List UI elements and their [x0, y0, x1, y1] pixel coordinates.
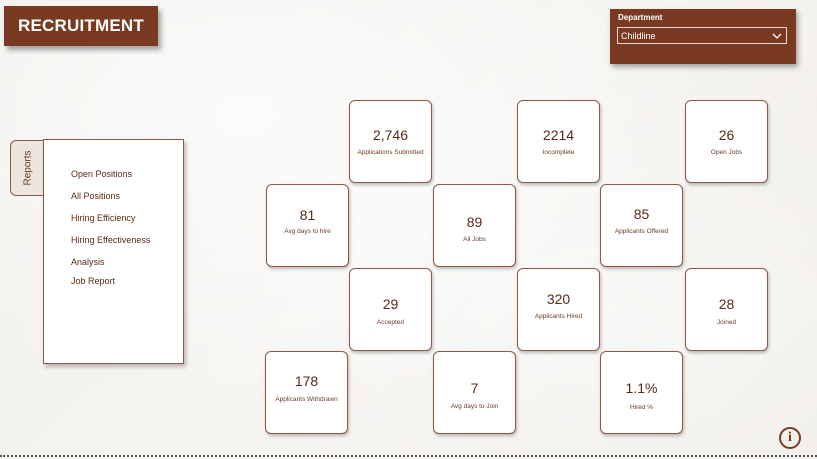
- kpi-label: Applicants Offered: [614, 228, 669, 235]
- kpi-label: Incomplete: [542, 149, 575, 156]
- nav-all-positions[interactable]: All Positions: [71, 191, 120, 201]
- kpi-label: Applications Submitted: [357, 149, 424, 156]
- kpi-card-hired-percent: 1.1% Hired %: [600, 351, 683, 434]
- reports-tab[interactable]: Reports: [10, 140, 44, 196]
- kpi-label: Applicants Withdrawn: [275, 396, 338, 403]
- reports-tab-label: Reports: [22, 150, 33, 186]
- kpi-value: 2214: [542, 127, 575, 143]
- kpi-value: 7: [470, 380, 479, 396]
- kpi-value: 1.1%: [625, 380, 658, 396]
- kpi-label: All Jobs: [463, 236, 486, 243]
- kpi-label: Avg days to Join: [450, 403, 499, 410]
- kpi-card-applicants-offered: 85 Applicants Offered: [600, 184, 683, 267]
- department-dropdown[interactable]: Childline: [617, 27, 787, 44]
- kpi-value: 28: [718, 296, 735, 312]
- nav-hiring-effectiveness[interactable]: Hiring Effectiveness: [71, 235, 150, 245]
- kpi-label: Joined: [716, 319, 737, 326]
- nav-open-positions[interactable]: Open Positions: [71, 169, 132, 179]
- department-slicer: Department Childline: [610, 9, 796, 64]
- bottom-divider: [0, 455, 817, 457]
- kpi-value: 85: [633, 206, 650, 222]
- kpi-value: 29: [382, 296, 399, 312]
- kpi-value: 81: [299, 207, 316, 223]
- kpi-label: Applicants Hired: [534, 313, 583, 320]
- kpi-card-accepted: 29 Accepted: [349, 268, 432, 351]
- kpi-card-open-jobs: 26 Open Jobs: [685, 100, 768, 183]
- nav-analysis[interactable]: Analysis: [71, 257, 105, 267]
- kpi-card-avg-days-to-join: 7 Avg days to Join: [433, 351, 516, 434]
- page-title: RECRUITMENT: [4, 6, 158, 46]
- kpi-label: Open Jobs: [710, 149, 743, 156]
- kpi-card-applications-submitted: 2,746 Applications Submitted: [349, 100, 432, 183]
- kpi-card-avg-days-to-hire: 81 Avg days to hire: [266, 184, 349, 267]
- kpi-card-all-jobs: 89 All Jobs: [433, 184, 516, 267]
- kpi-card-incomplete: 2214 Incomplete: [517, 100, 600, 183]
- kpi-value: 2,746: [372, 127, 409, 143]
- kpi-value: 26: [718, 127, 735, 143]
- kpi-card-applicants-hired: 320 Applicants Hired: [517, 268, 600, 351]
- reports-nav-panel: Open Positions All Positions Hiring Effi…: [43, 139, 184, 364]
- kpi-card-applicants-withdrawn: 178 Applicants Withdrawn: [265, 351, 348, 434]
- department-label: Department: [618, 13, 663, 22]
- kpi-label: Hired %: [629, 404, 654, 411]
- kpi-value: 178: [294, 373, 319, 389]
- department-selected-value: Childline: [621, 30, 656, 41]
- kpi-label: Accepted: [376, 319, 405, 326]
- nav-hiring-efficiency[interactable]: Hiring Efficiency: [71, 213, 135, 223]
- kpi-value: 89: [466, 214, 483, 230]
- kpi-value: 320: [546, 291, 571, 307]
- kpi-card-joined: 28 Joined: [685, 268, 768, 351]
- info-icon[interactable]: i: [779, 427, 801, 449]
- chevron-down-icon: [772, 28, 782, 46]
- nav-job-report[interactable]: Job Report: [71, 276, 115, 286]
- kpi-label: Avg days to hire: [284, 228, 331, 235]
